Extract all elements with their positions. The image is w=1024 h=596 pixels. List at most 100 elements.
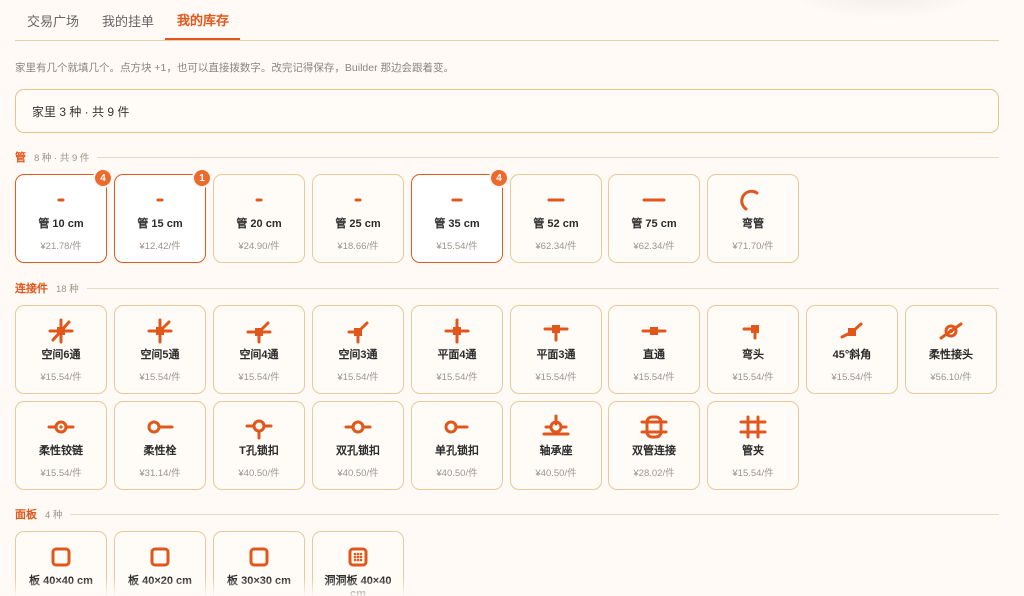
item-title: 平面3通 [536,349,576,361]
inventory-item-card[interactable]: 柔性铰链 ¥15.54/件 [15,401,107,490]
item-title: 管 75 cm [631,218,677,230]
item-price: ¥62.34/件 [633,241,675,252]
item-title: 管 52 cm [533,218,579,230]
inventory-summary: 家里 3 种 · 共 9 件 [15,89,999,133]
inventory-item-card[interactable]: 平面4通 ¥15.54/件 [411,305,503,394]
inventory-item-card[interactable]: 平面3通 ¥15.54/件 [510,305,602,394]
item-price: ¥15.54/件 [337,372,379,383]
connector-4way-3d-icon [239,318,279,344]
item-title: 双孔锁扣 [336,445,380,457]
inventory-item-card[interactable]: 空间6通 ¥15.54/件 [15,305,107,394]
inventory-item-card[interactable]: 管 10 cm ¥21.78/件 4 [15,168,113,263]
tab-bar: 交易广场 我的挂单 我的库存 [15,0,999,41]
item-price: ¥31.14/件 [139,468,181,479]
item-title: 空间6通 [41,349,81,361]
item-title: 柔性栓 [143,445,177,457]
item-price: ¥12.42/件 [139,241,181,252]
section-name: 连接件 [15,283,48,295]
item-title: 空间3通 [338,349,378,361]
item-title: 直通 [643,349,665,361]
inventory-item-card[interactable]: 管 52 cm ¥62.34/件 [510,174,602,263]
inventory-item-card[interactable]: 空间5通 ¥15.54/件 [114,305,206,394]
inventory-item-card[interactable]: 直通 ¥15.54/件 [608,305,700,394]
inventory-item-card[interactable]: 轴承座 ¥40.50/件 [510,401,602,490]
pipe-clamp-icon [733,414,773,440]
item-price: ¥15.54/件 [732,372,774,383]
inventory-item-card[interactable]: 管 20 cm ¥24.90/件 [213,174,305,263]
inventory-item-card[interactable]: 45°斜角 ¥15.54/件 [806,305,898,394]
section-header-panels: 面板 4 种 [15,506,999,522]
tab-trading-plaza[interactable]: 交易广场 [15,0,90,40]
item-title: 空间4通 [239,349,279,361]
connector-6way-icon [41,318,81,344]
item-title: 双管连接 [632,445,676,457]
item-title: 柔性铰链 [39,445,83,457]
inventory-item-card[interactable]: 双管连接 ¥28.02/件 [608,401,700,490]
inventory-item-card[interactable]: 双孔锁扣 ¥40.50/件 [312,401,404,490]
item-price: ¥15.54/件 [436,372,478,383]
quantity-badge: 1 [192,168,212,188]
item-title: 单孔锁扣 [435,445,479,457]
item-price: ¥18.66/件 [337,241,379,252]
pipe-short-icon [41,187,81,213]
item-title: 轴承座 [539,445,573,457]
item-price: ¥15.54/件 [831,372,873,383]
item-price: ¥15.54/件 [238,372,280,383]
double-pipe-connector-icon [634,414,674,440]
single-hole-clamp-icon [437,414,477,440]
flexible-bolt-icon [140,414,180,440]
bent-pipe-icon [733,187,773,213]
elbow-connector-icon [733,318,773,344]
pipe-long-icon [536,187,576,213]
connector-3way-3d-icon [338,318,378,344]
pipe-longest-icon [634,187,674,213]
section-count: 8 种 · 共 9 件 [34,153,90,164]
inventory-item-card[interactable]: 管 15 cm ¥12.42/件 1 [114,168,212,263]
item-price: ¥40.50/件 [238,468,280,479]
item-price: ¥15.54/件 [40,468,82,479]
pipe-short-icon [140,187,180,213]
panel-icon [140,544,180,570]
double-hole-clamp-icon [338,414,378,440]
pipe-short-icon [239,187,279,213]
summary-text: 家里 3 种 · 共 9 件 [32,104,130,119]
section-header-pipes: 管 8 种 · 共 9 件 [15,149,999,165]
inventory-item-card[interactable]: T孔锁扣 ¥40.50/件 [213,401,305,490]
inventory-item-card[interactable]: 柔性栓 ¥31.14/件 [114,401,206,490]
section-name: 面板 [15,509,37,521]
section-divider [97,156,999,158]
pipe-medium-icon [437,187,477,213]
item-price: ¥40.50/件 [535,468,577,479]
item-price: ¥28.02/件 [633,468,675,479]
inventory-item-card[interactable]: 空间3通 ¥15.54/件 [312,305,404,394]
section-name: 管 [15,152,26,164]
item-price: ¥15.54/件 [535,372,577,383]
item-title: 弯头 [742,349,764,361]
tab-my-listings[interactable]: 我的挂单 [90,0,165,40]
quantity-badge: 4 [93,168,113,188]
item-price: ¥40.50/件 [436,468,478,479]
section-count: 4 种 [45,510,63,521]
inventory-item-card[interactable]: 管夹 ¥15.54/件 [707,401,799,490]
inventory-item-card[interactable]: 弯管 ¥71.70/件 [707,174,799,263]
angle-45-connector-icon [832,318,872,344]
item-price: ¥15.54/件 [633,372,675,383]
pipe-short-icon [338,187,378,213]
inventory-item-card[interactable]: 弯头 ¥15.54/件 [707,305,799,394]
inventory-item-card[interactable]: 管 25 cm ¥18.66/件 [312,174,404,263]
inventory-item-card[interactable]: 管 75 cm ¥62.34/件 [608,174,700,263]
item-price: ¥21.78/件 [40,241,82,252]
t-hole-clamp-icon [239,414,279,440]
inventory-item-card[interactable]: 单孔锁扣 ¥40.50/件 [411,401,503,490]
item-price: ¥15.54/件 [436,241,478,252]
item-price: ¥62.34/件 [535,241,577,252]
inventory-item-card[interactable]: 柔性接头 ¥56.10/件 [905,305,997,394]
inventory-item-card[interactable]: 管 35 cm ¥15.54/件 4 [411,168,509,263]
flexible-joint-icon [931,318,971,344]
instruction-hint: 家里有几个就填几个。点方块 +1，也可以直接拨数字。改完记得保存，Builder… [15,62,454,74]
bottom-fade [0,578,1024,596]
straight-connector-icon [634,318,674,344]
tab-my-inventory[interactable]: 我的库存 [165,0,241,40]
panel-icon [41,544,81,570]
inventory-item-card[interactable]: 空间4通 ¥15.54/件 [213,305,305,394]
